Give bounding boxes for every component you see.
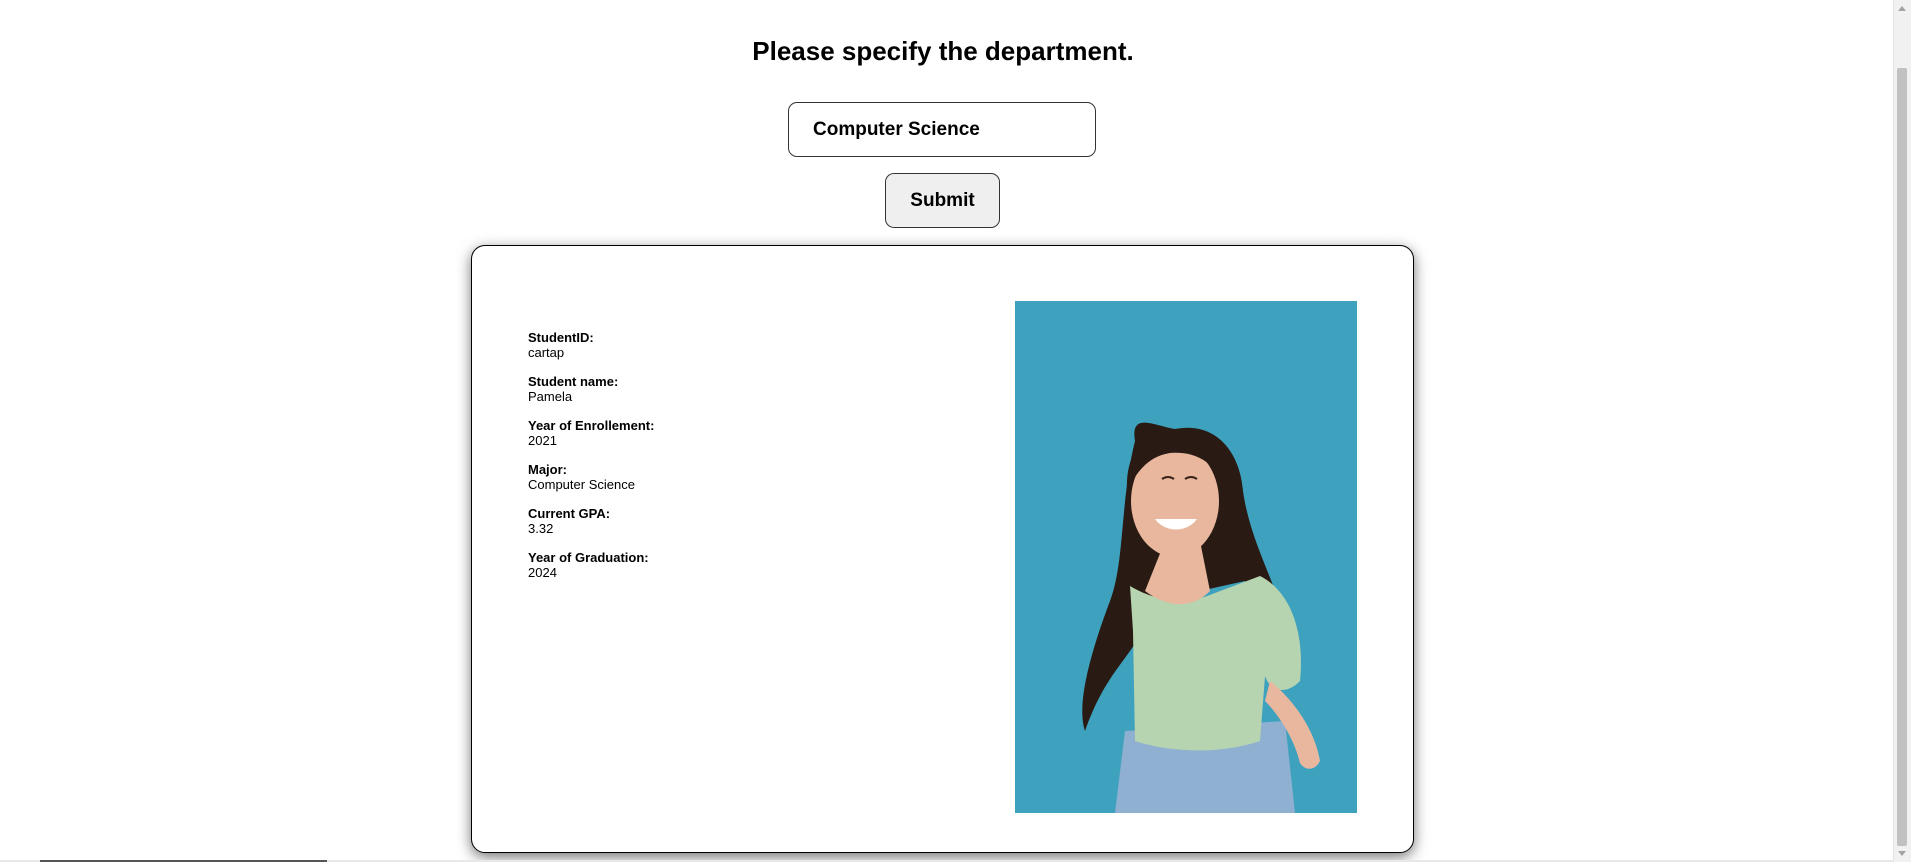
field-label: StudentID: [528, 330, 594, 345]
field-major: Major: Computer Science [528, 462, 654, 492]
field-value: cartap [528, 345, 565, 360]
scroll-thumb[interactable] [1897, 68, 1907, 846]
student-card: StudentID: cartap Student name: Pamela Y… [471, 245, 1414, 853]
vertical-scrollbar[interactable] [1893, 0, 1911, 862]
department-input[interactable] [788, 102, 1096, 157]
field-value: Computer Science [528, 477, 635, 492]
student-info: StudentID: cartap Student name: Pamela Y… [528, 330, 654, 594]
scroll-up-icon[interactable] [1898, 6, 1906, 11]
field-label: Current GPA: [528, 506, 611, 521]
field-value: Pamela [528, 389, 573, 404]
field-value: 3.32 [528, 521, 554, 536]
field-value: 2024 [528, 565, 557, 580]
page: Please specify the department. Submit St… [0, 0, 1911, 862]
field-graduation-year: Year of Graduation: 2024 [528, 550, 654, 580]
field-value: 2021 [528, 433, 557, 448]
submit-button[interactable]: Submit [885, 173, 1000, 228]
field-student-id: StudentID: cartap [528, 330, 654, 360]
page-title: Please specify the department. [752, 36, 1134, 66]
field-label: Major: [528, 462, 567, 477]
student-photo [1015, 301, 1357, 813]
field-gpa: Current GPA: 3.32 [528, 506, 654, 536]
scroll-down-icon[interactable] [1898, 851, 1906, 856]
field-label: Year of Enrollement: [528, 418, 655, 433]
student-photo-illustration [1015, 301, 1357, 813]
field-enrollment-year: Year of Enrollement: 2021 [528, 418, 654, 448]
field-label: Year of Graduation: [528, 550, 649, 565]
field-label: Student name: [528, 374, 619, 389]
field-student-name: Student name: Pamela [528, 374, 654, 404]
